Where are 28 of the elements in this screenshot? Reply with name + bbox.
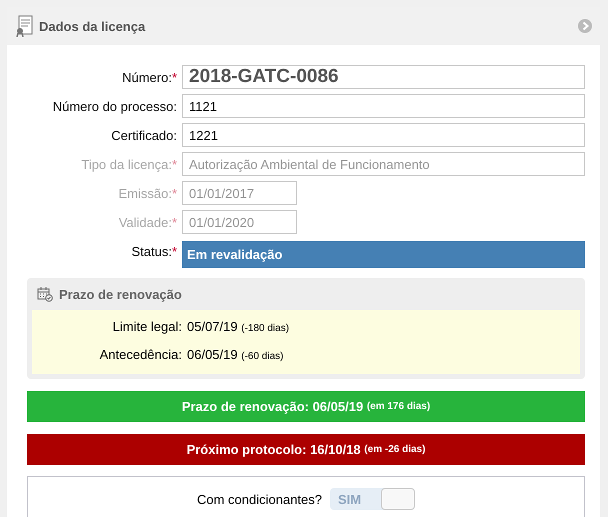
panel-title: Dados da licença [39, 18, 146, 34]
field-label: Certificado: [110, 128, 177, 142]
toggle-switch[interactable]: SIM [330, 488, 416, 510]
field-label: Validade:* [118, 214, 177, 230]
input-field[interactable]: 1221 [182, 123, 585, 147]
deadline-label: Antecedência: [98, 346, 182, 364]
alert-text: Prazo de renovação: 06/05/19 [182, 399, 364, 414]
input-field[interactable]: 1121 [182, 94, 585, 118]
field-label: Número:* [121, 70, 177, 84]
deadline-date: 05/07/19 [187, 319, 238, 334]
field-label: Emissão:* [117, 186, 177, 200]
deadline-days: (-180 dias) [241, 323, 290, 334]
alert-days: (em 176 dias) [366, 401, 430, 412]
toggle-label: Com condicionantes? [196, 492, 322, 506]
deadline-date: 06/05/19 [187, 347, 238, 362]
section-title: Prazo de renovação [59, 286, 182, 302]
field-label: Número do processo: [52, 98, 177, 114]
certificate-icon [15, 15, 33, 37]
field-label: Tipo da licença:* [80, 156, 177, 172]
alert-days: (em -26 dias) [364, 444, 426, 455]
deadline-label: Limite legal: [112, 318, 182, 336]
calendar-icon [37, 286, 53, 302]
input-field[interactable]: 2018-GATC-0086 [182, 65, 585, 89]
status-field[interactable]: Em revalidação [182, 241, 585, 268]
alert-text: Próximo protocolo: 16/10/18 [186, 442, 361, 457]
chevron-icon[interactable] [578, 19, 592, 33]
field-label: Status:* [130, 244, 177, 259]
deadline-days: (-60 dias) [241, 351, 284, 362]
